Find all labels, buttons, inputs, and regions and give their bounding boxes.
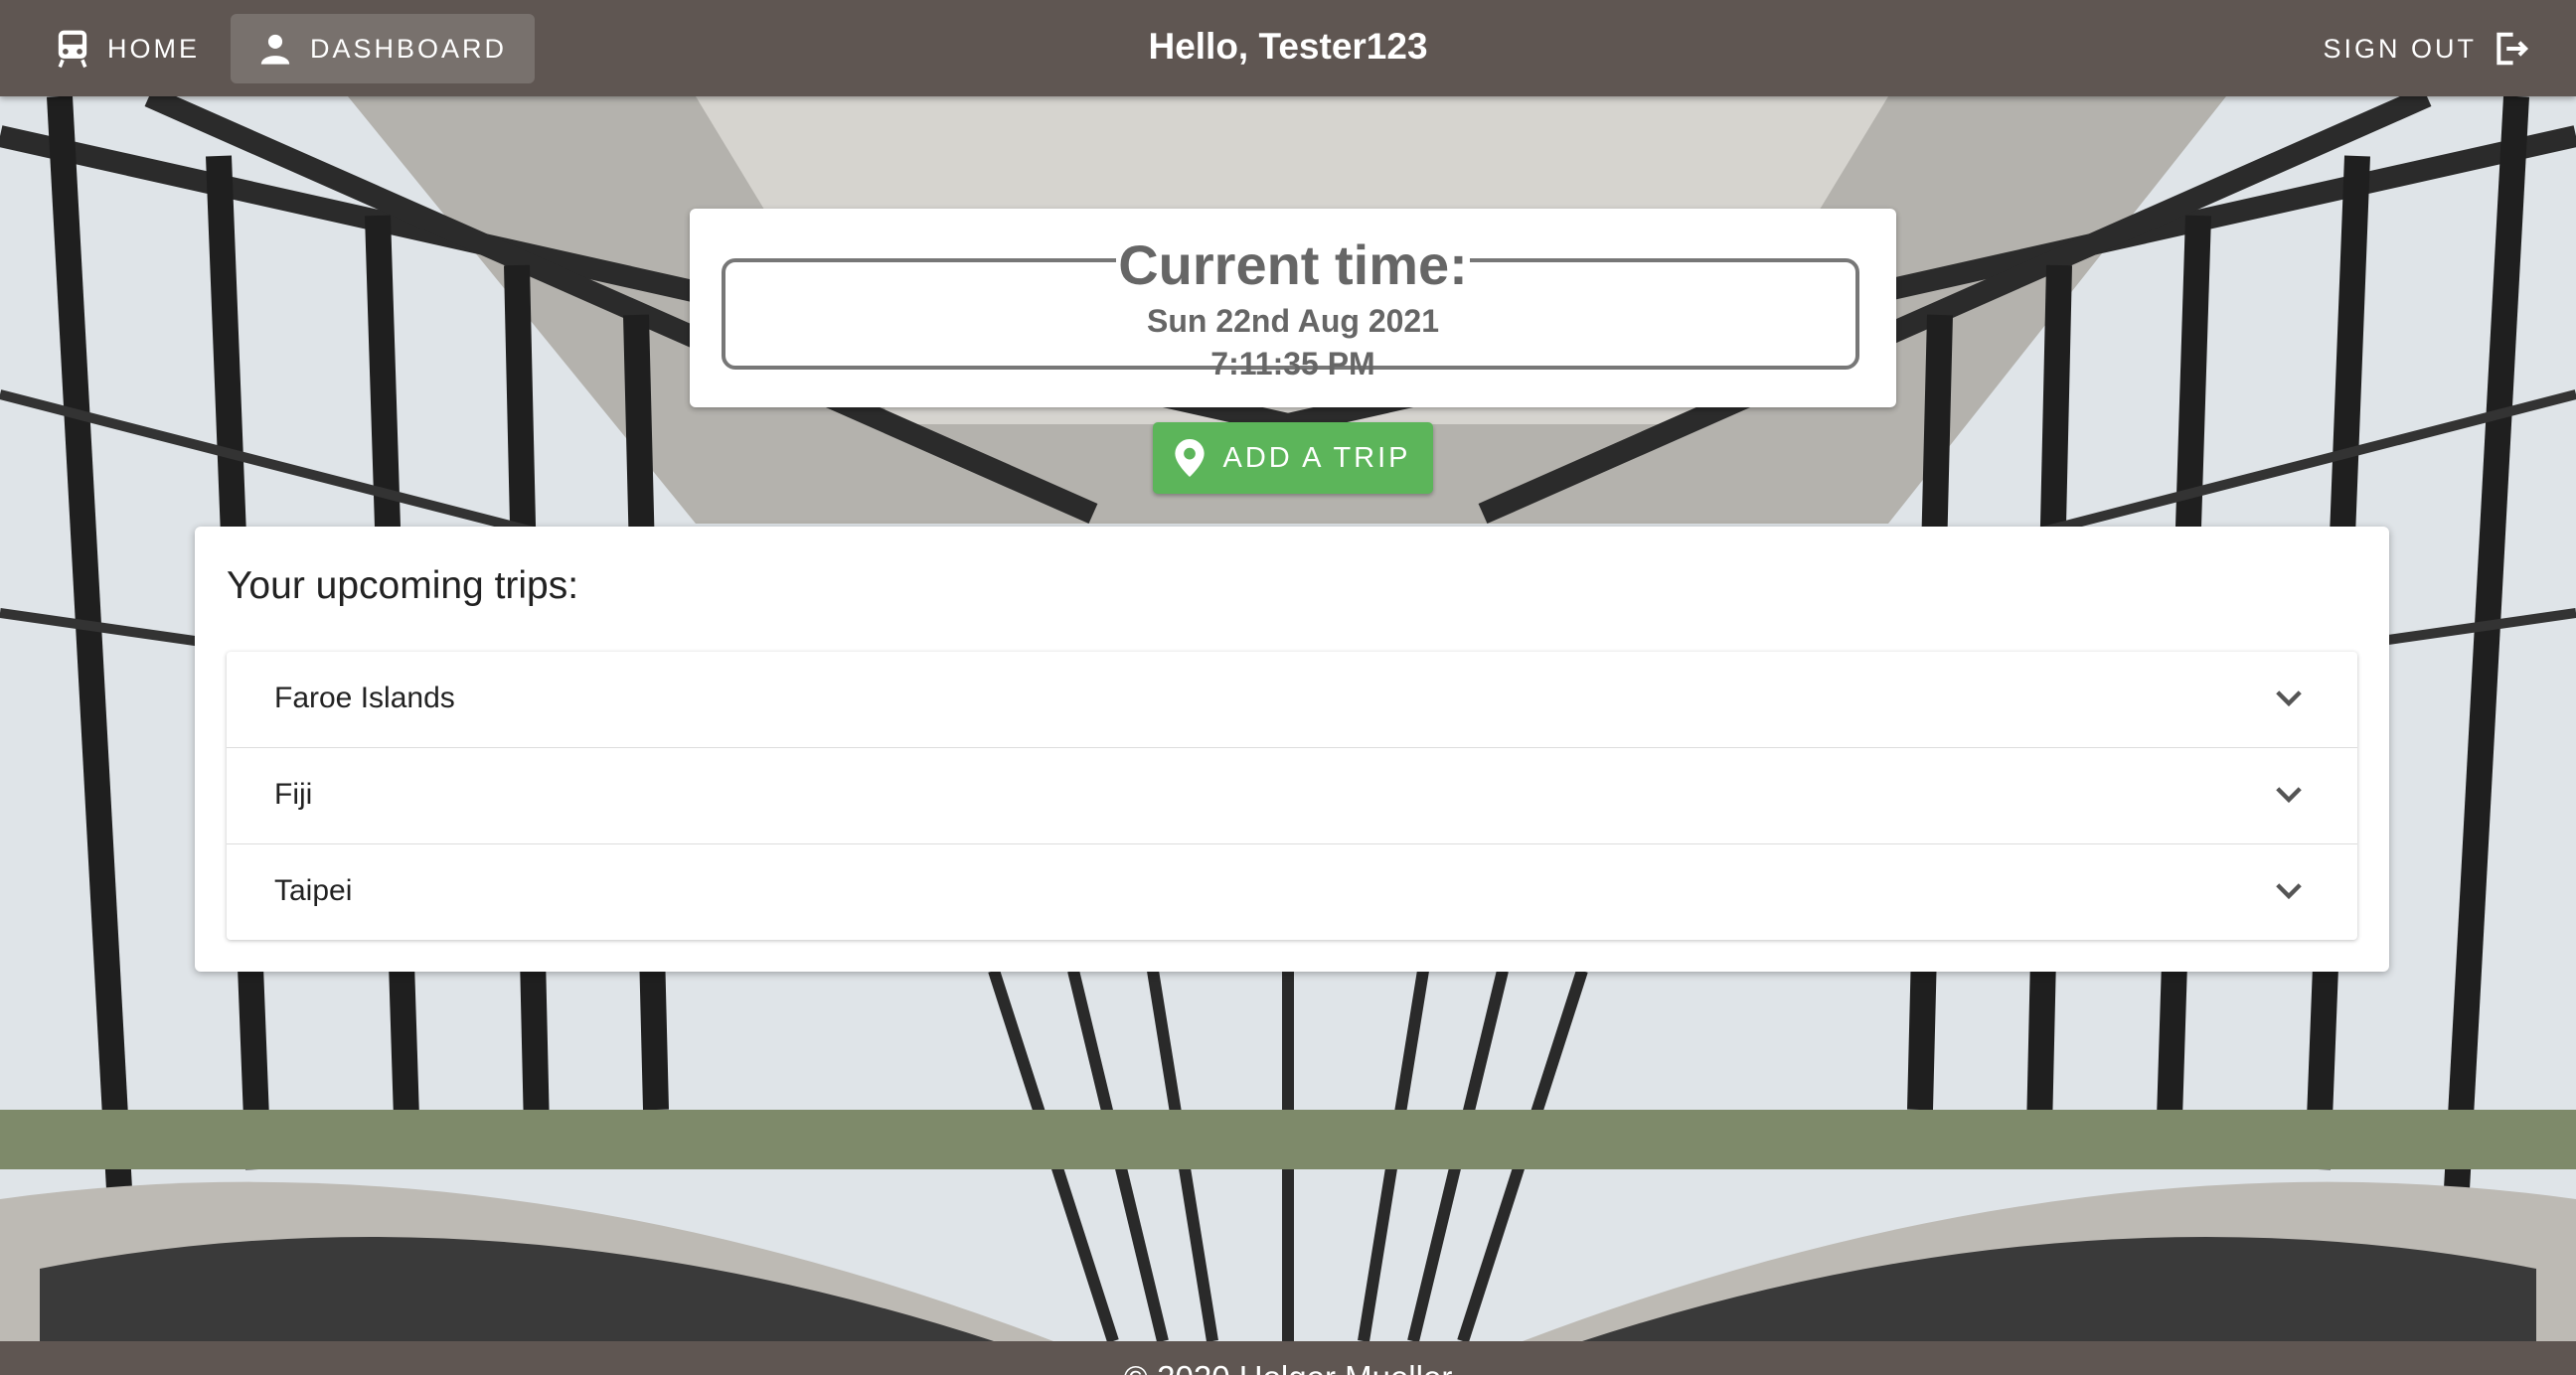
trip-name: Faroe Islands — [274, 682, 455, 714]
sign-out-button[interactable]: SIGN OUT — [2295, 14, 2558, 83]
footer: © 2020 Holger Mueller — [0, 1341, 2576, 1375]
time-legend-text: Current time: — [1116, 233, 1470, 296]
greeting-text: Hello, Tester123 — [1148, 26, 1428, 67]
exit-icon — [2496, 32, 2529, 66]
upcoming-trips-card: Your upcoming trips: Faroe Islands Fiji … — [195, 527, 2389, 972]
current-time-card: Current time: Sun 22nd Aug 2021 7:11:35 … — [690, 209, 1896, 407]
chevron-down-icon[interactable] — [2274, 880, 2304, 902]
current-date: Sun 22nd Aug 2021 — [1147, 303, 1439, 339]
add-trip-button[interactable]: ADD A TRIP — [1153, 422, 1433, 494]
trip-row-faroe-islands[interactable]: Faroe Islands — [227, 652, 2357, 748]
trip-list: Faroe Islands Fiji Taipei — [227, 652, 2357, 940]
trip-row-fiji[interactable]: Fiji — [227, 748, 2357, 844]
current-clock: 7:11:35 PM — [1210, 346, 1375, 382]
footer-copyright: © 2020 Holger Mueller — [0, 1359, 2576, 1375]
upcoming-trips-title: Your upcoming trips: — [227, 564, 579, 607]
trip-row-taipei[interactable]: Taipei — [227, 844, 2357, 940]
chevron-down-icon[interactable] — [2274, 784, 2304, 806]
sign-out-label: SIGN OUT — [2323, 33, 2477, 64]
add-trip-label: ADD A TRIP — [1222, 441, 1411, 474]
chevron-down-icon[interactable] — [2274, 688, 2304, 709]
trip-name: Fiji — [274, 778, 313, 811]
time-legend: Current time: — [690, 232, 1896, 297]
top-navbar: HOME DASHBOARD Hello, Tester123 SIGN OUT — [0, 0, 2576, 96]
map-pin-icon — [1175, 439, 1206, 477]
trip-name: Taipei — [274, 874, 353, 907]
